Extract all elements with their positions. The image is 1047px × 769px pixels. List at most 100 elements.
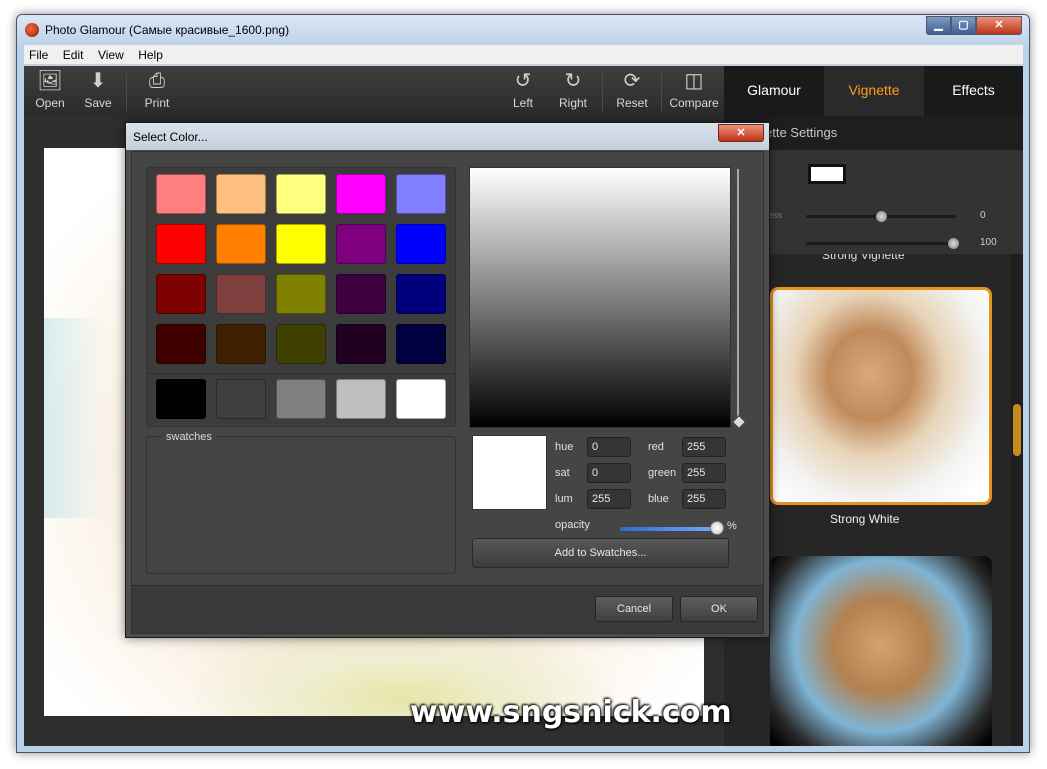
- opacity-slider-thumb[interactable]: [710, 521, 724, 535]
- palette-swatch[interactable]: [156, 324, 206, 364]
- palette-swatch[interactable]: [216, 224, 266, 264]
- custom-swatches: swatches: [146, 431, 456, 574]
- right-label: Right: [558, 96, 587, 110]
- palette-swatch[interactable]: [396, 174, 446, 214]
- palette-swatch[interactable]: [216, 379, 266, 419]
- palette-swatch[interactable]: [276, 224, 326, 264]
- preset-label: Strong White: [830, 512, 900, 526]
- rotate-right-button[interactable]: ↻ Right: [549, 66, 597, 116]
- menu-edit[interactable]: Edit: [58, 45, 89, 62]
- opacity-slider[interactable]: [620, 527, 716, 531]
- sat-label: sat: [555, 467, 570, 479]
- tab-glamour[interactable]: Glamour: [724, 66, 824, 116]
- red-input[interactable]: 255: [682, 437, 726, 457]
- slider-thumb[interactable]: [876, 211, 887, 222]
- palette-swatch[interactable]: [276, 324, 326, 364]
- luminance-slider[interactable]: [737, 169, 739, 425]
- tab-vignette[interactable]: Vignette: [824, 66, 924, 116]
- photo-background: [44, 318, 104, 518]
- vignette-slider-2[interactable]: [806, 238, 959, 249]
- reset-label: Reset: [616, 96, 648, 110]
- ok-button[interactable]: OK: [680, 596, 758, 622]
- save-button[interactable]: ⬇ Save: [74, 66, 122, 116]
- sat-input[interactable]: 0: [587, 463, 631, 483]
- palette-swatch[interactable]: [396, 324, 446, 364]
- palette-swatch[interactable]: [156, 224, 206, 264]
- palette-swatch[interactable]: [276, 274, 326, 314]
- add-to-swatches-button[interactable]: Add to Swatches...: [472, 538, 729, 568]
- download-icon: ⬇: [89, 70, 107, 92]
- app-icon: [25, 23, 39, 37]
- vignette-slider-1[interactable]: [806, 211, 956, 222]
- open-button[interactable]: 🖼 Open: [26, 66, 74, 116]
- palette-swatch[interactable]: [216, 174, 266, 214]
- scrollbar-thumb[interactable]: [1013, 404, 1021, 456]
- rotate-right-icon: ↻: [564, 70, 582, 92]
- tab-effects[interactable]: Effects: [924, 66, 1023, 116]
- palette-swatch[interactable]: [276, 379, 326, 419]
- blue-input[interactable]: 255: [682, 489, 726, 509]
- palette-swatch[interactable]: [336, 224, 386, 264]
- close-button[interactable]: ✕: [976, 16, 1022, 35]
- dialog-body: swatches hue 0 sat 0 lum 255 red 255 gre…: [131, 151, 764, 634]
- slider-value: 0: [980, 210, 986, 221]
- rotate-left-button[interactable]: ↺ Left: [499, 66, 547, 116]
- vignette-color-swatch[interactable]: [808, 164, 846, 184]
- reset-button[interactable]: ⟳ Reset: [608, 66, 656, 116]
- palette-swatch[interactable]: [156, 174, 206, 214]
- palette-swatch[interactable]: [156, 379, 206, 419]
- color-gradient-picker[interactable]: [469, 167, 731, 428]
- image-icon: 🖼: [37, 70, 63, 92]
- toolbar-divider: [126, 70, 127, 112]
- preset-label: Strong Vignette: [822, 254, 905, 262]
- menu-view[interactable]: View: [93, 45, 129, 62]
- open-label: Open: [35, 96, 65, 110]
- refresh-icon: ⟳: [623, 70, 641, 92]
- dialog-title: Select Color...: [133, 130, 208, 144]
- palette-swatch[interactable]: [216, 274, 266, 314]
- palette-swatch[interactable]: [276, 174, 326, 214]
- palette-swatch[interactable]: [336, 274, 386, 314]
- compare-icon: ◫: [684, 70, 704, 92]
- palette-swatch[interactable]: [336, 379, 386, 419]
- window-title: Photo Glamour (Самые красивые_1600.png): [45, 23, 290, 37]
- title-bar[interactable]: Photo Glamour (Самые красивые_1600.png) …: [17, 15, 1029, 45]
- preset-thumbnail[interactable]: [770, 556, 992, 746]
- luminance-handle[interactable]: [731, 414, 747, 430]
- watermark: www.sngsnick.com: [410, 695, 732, 730]
- preset-strong-white[interactable]: [770, 287, 992, 505]
- red-label: red: [648, 441, 664, 453]
- palette-swatch[interactable]: [156, 274, 206, 314]
- compare-label: Compare: [669, 96, 719, 110]
- toolbar-divider: [602, 70, 603, 112]
- palette-divider: [147, 373, 457, 374]
- dialog-title-bar[interactable]: Select Color... ✕: [126, 123, 769, 150]
- lum-input[interactable]: 255: [587, 489, 631, 509]
- hue-label: hue: [555, 441, 574, 453]
- lum-label: lum: [555, 493, 573, 505]
- menu-file[interactable]: File: [24, 45, 53, 62]
- print-button[interactable]: ⎙ Print: [133, 66, 181, 116]
- toolbar: 🖼 Open ⬇ Save ⎙ Print ↺ Left ↻ Right ⟳ R…: [24, 66, 724, 116]
- green-input[interactable]: 255: [682, 463, 726, 483]
- dialog-close-button[interactable]: ✕: [718, 124, 764, 142]
- presets-scrollbar[interactable]: [1011, 254, 1023, 746]
- maximize-button[interactable]: ▢: [951, 16, 976, 35]
- opacity-label: opacity: [555, 519, 590, 531]
- palette-swatch[interactable]: [396, 224, 446, 264]
- select-color-dialog: Select Color... ✕ swatches hue 0 sat 0 l…: [125, 122, 770, 638]
- slider-thumb[interactable]: [948, 238, 959, 249]
- palette-swatch[interactable]: [336, 174, 386, 214]
- left-label: Left: [512, 96, 533, 110]
- minimize-button[interactable]: ▁: [926, 16, 951, 35]
- menu-help[interactable]: Help: [133, 45, 168, 62]
- cancel-button[interactable]: Cancel: [595, 596, 673, 622]
- palette-swatch[interactable]: [216, 324, 266, 364]
- palette-swatch[interactable]: [336, 324, 386, 364]
- palette-swatch[interactable]: [396, 379, 446, 419]
- hue-input[interactable]: 0: [587, 437, 631, 457]
- palette-swatch[interactable]: [396, 274, 446, 314]
- compare-button[interactable]: ◫ Compare: [667, 66, 721, 116]
- printer-icon: ⎙: [149, 70, 165, 92]
- opacity-unit: %: [727, 520, 737, 532]
